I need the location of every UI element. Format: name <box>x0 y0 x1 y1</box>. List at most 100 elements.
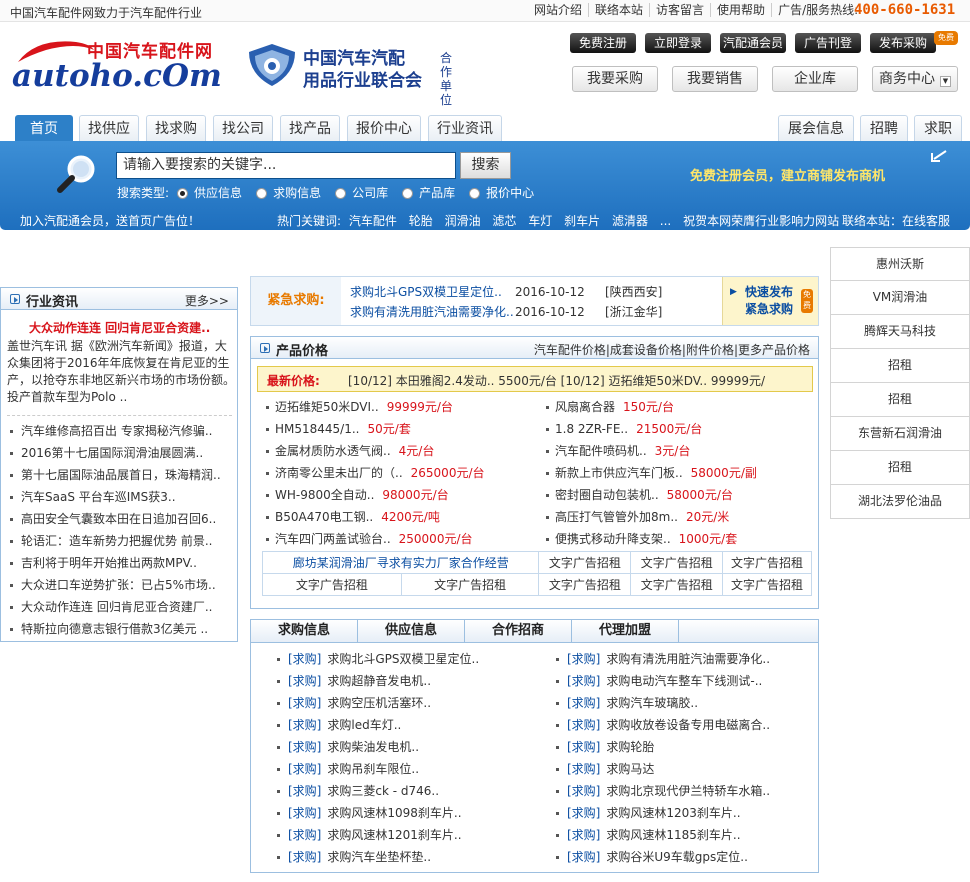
list-item[interactable]: 汽车SaaS 平台车巡IMS获3.. <box>7 486 232 508</box>
keyword-link[interactable]: 车灯 <box>528 214 552 228</box>
radio-supply[interactable] <box>177 188 189 199</box>
keyword-link[interactable]: 润滑油 <box>445 214 481 228</box>
site-logo[interactable]: 中国汽车配件网 autoho.cOm <box>12 34 232 96</box>
text-ad-cell[interactable]: 廊坊某润滑油厂寻求有实力厂家合作经营 <box>261 551 540 574</box>
list-item[interactable]: [求购] 求购风速林1185刹车片.. <box>555 824 741 846</box>
list-item[interactable]: [求购] 求购汽车玻璃胶.. <box>555 692 698 714</box>
list-item[interactable]: [求购] 求购led车灯.. <box>276 714 401 736</box>
keyword-link[interactable]: 刹车片 <box>564 214 600 228</box>
search-input[interactable]: 请输入要搜索的关键字... <box>116 152 456 179</box>
news-summary[interactable]: 盖世汽车讯 据《欧洲汽车新闻》报道，大众集团将于2016年年底恢复在肯尼亚的生产… <box>7 338 235 406</box>
list-item[interactable]: [求购] 求购空压机活塞环.. <box>276 692 431 714</box>
right-ad-item[interactable]: 招租 <box>830 451 970 485</box>
radio-company[interactable] <box>335 188 347 199</box>
text-ad-cell[interactable]: 文字广告招租 <box>400 573 540 596</box>
price-item[interactable]: 汽车四门两盖试验台.. 250000元/台 <box>265 528 473 550</box>
list-item[interactable]: [求购] 求购三菱ck - d746.. <box>276 780 439 802</box>
text-ad-cell[interactable]: 文字广告招租 <box>630 551 724 574</box>
congrats-link[interactable]: 祝贺本网荣膺行业影响力网站 <box>683 214 839 228</box>
urgent-item-name[interactable]: 求购北斗GPS双模卫星定位.. <box>350 282 515 302</box>
keyword-link[interactable]: 滤芯 <box>492 214 516 228</box>
keyword-link[interactable]: 滤清器 <box>612 214 648 228</box>
price-item[interactable]: 新款上市供应汽车门板.. 58000元/副 <box>545 462 757 484</box>
list-item[interactable]: 2016第十七届国际润滑油展圆满.. <box>7 442 232 464</box>
list-item[interactable]: 轮语汇：造车新势力把握优势 前景.. <box>7 530 232 552</box>
tab-supply[interactable]: 找供应 <box>79 115 139 142</box>
join-member-link[interactable]: 加入汽配通会员，送首页广告位！ <box>20 212 200 229</box>
online-service-link[interactable]: 联络本站：在线客服 <box>842 212 950 229</box>
list-item[interactable]: [求购] 求购北斗GPS双模卫星定位.. <box>276 648 479 670</box>
link-about[interactable]: 网站介绍 <box>528 3 588 17</box>
list-item[interactable]: [求购] 求购北京现代伊兰特轿车水箱.. <box>555 780 770 802</box>
list-item[interactable]: [求购] 求购风速林1203刹车片.. <box>555 802 741 824</box>
buy-button[interactable]: 我要采购 <box>572 66 658 92</box>
tab-purchase-info[interactable]: 求购信息 <box>251 620 358 642</box>
list-item[interactable]: [求购] 求购谷米U9车载gps定位.. <box>555 846 748 868</box>
price-item[interactable]: 金属材质防水透气阀.. 4元/台 <box>265 440 434 462</box>
tab-home[interactable]: 首页 <box>15 115 73 143</box>
list-item[interactable]: 第十七届国际油品展首日，珠海精润.. <box>7 464 232 486</box>
price-item[interactable]: 汽车配件喷码机.. 3元/台 <box>545 440 690 462</box>
tab-product[interactable]: 找产品 <box>280 115 340 142</box>
search-button[interactable]: 搜索 <box>460 152 511 179</box>
list-item[interactable]: 求购北斗GPS双模卫星定位.. 2016-10-12 [陕西西安] <box>350 282 722 302</box>
login-button[interactable]: 立即登录 <box>645 33 711 53</box>
register-note[interactable]: 免费注册会员，建立商铺发布商机 <box>690 165 885 184</box>
list-item[interactable]: [求购] 求购风速林1201刹车片.. <box>276 824 462 846</box>
price-category-links[interactable]: 汽车配件价格|成套设备价格|附件价格|更多产品价格 <box>534 341 810 358</box>
company-db-button[interactable]: 企业库 <box>772 66 858 92</box>
tab-news[interactable]: 行业资讯 <box>428 115 502 142</box>
radio-product[interactable] <box>402 188 414 199</box>
list-item[interactable]: 求购有清洗用脏汽油需要净化.. 2016-10-12 [浙江金华] <box>350 302 722 322</box>
tab-agency[interactable]: 代理加盟 <box>572 620 679 642</box>
price-item[interactable]: 济南零公里未出厂的（.. 265000元/台 <box>265 462 485 484</box>
list-item[interactable]: 汽车维修高招百出 专家揭秘汽修骗.. <box>7 420 232 442</box>
text-ad-cell[interactable]: 文字广告招租 <box>722 551 812 574</box>
list-item[interactable]: [求购] 求购收放卷设备专用电磁离合.. <box>555 714 770 736</box>
link-contact[interactable]: 联络本站 <box>588 3 649 17</box>
business-center-button[interactable]: 商务中心 ▼ <box>872 66 958 92</box>
keyword-link[interactable]: 汽车配件 <box>349 214 397 228</box>
tab-quote[interactable]: 报价中心 <box>347 115 421 142</box>
text-ad-cell[interactable]: 文字广告招租 <box>538 573 632 596</box>
association-logo[interactable]: 中国汽车汽配 用品行业联合会 合作单位 <box>243 40 463 107</box>
right-ad-item[interactable]: 招租 <box>830 349 970 383</box>
price-item[interactable]: 高压打气管管外加8m.. 20元/米 <box>545 506 729 528</box>
list-item[interactable]: [求购] 求购轮胎 <box>555 736 654 758</box>
right-ad-item[interactable]: 东营新石润滑油 <box>830 417 970 451</box>
list-item[interactable]: 特斯拉向德意志银行借款3亿美元 .. <box>7 618 232 640</box>
right-ad-item[interactable]: 惠州沃斯 <box>830 247 970 281</box>
right-ad-item[interactable]: 腾辉天马科技 <box>830 315 970 349</box>
latest-text[interactable]: [10/12] 本田雅阁2.4发动.. 5500元/台 [10/12] 迈拓维矩… <box>348 372 808 389</box>
list-item[interactable]: 高田安全气囊致本田在日追加召回6.. <box>7 508 232 530</box>
sell-button[interactable]: 我要销售 <box>672 66 758 92</box>
list-item[interactable]: [求购] 求购超静音发电机.. <box>276 670 431 692</box>
right-ad-item[interactable]: VM润滑油 <box>830 281 970 315</box>
price-item[interactable]: 便携式移动升降支架.. 1000元/套 <box>545 528 737 550</box>
list-item[interactable]: [求购] 求购马达 <box>555 758 654 780</box>
advertise-button[interactable]: 广告刊登 <box>795 33 861 53</box>
text-ad-cell[interactable]: 文字广告招租 <box>630 573 724 596</box>
price-item[interactable]: 风扇离合器 150元/台 <box>545 396 674 418</box>
list-item[interactable]: [求购] 求购风速林1098刹车片.. <box>276 802 462 824</box>
list-item[interactable]: 吉利将于明年开始推出两款MPV.. <box>7 552 232 574</box>
price-item[interactable]: 密封圈自动包装机.. 58000元/台 <box>545 484 733 506</box>
list-item[interactable]: [求购] 求购吊刹车限位.. <box>276 758 419 780</box>
tab-exhibition[interactable]: 展会信息 <box>778 115 854 142</box>
link-guestbook[interactable]: 访客留言 <box>649 3 710 17</box>
price-item[interactable]: 1.8 2ZR-FE.. 21500元/台 <box>545 418 702 440</box>
text-ad-cell[interactable]: 文字广告招租 <box>262 573 402 596</box>
text-ad-cell[interactable]: 文字广告招租 <box>722 573 812 596</box>
link-help[interactable]: 使用帮助 <box>710 3 771 17</box>
list-item[interactable]: 大众动作连连 回归肯尼亚合资建厂.. <box>7 596 232 618</box>
tab-jobs[interactable]: 招聘 <box>860 115 908 142</box>
member-button[interactable]: 汽配通会员 <box>720 33 786 53</box>
keyword-link[interactable]: 轮胎 <box>409 214 433 228</box>
quick-post-button[interactable]: ▶ 快速发布 紧急求购 免费 <box>722 277 818 325</box>
list-item[interactable]: [求购] 求购柴油发电机.. <box>276 736 419 758</box>
list-item[interactable]: 大众进口车逆势扩张：已占5%市场.. <box>7 574 232 596</box>
tab-purchase[interactable]: 找求购 <box>146 115 206 142</box>
price-item[interactable]: B50A470电工钢.. 4200元/吨 <box>265 506 440 528</box>
radio-quote[interactable] <box>469 188 481 199</box>
text-ad-cell[interactable]: 文字广告招租 <box>538 551 632 574</box>
